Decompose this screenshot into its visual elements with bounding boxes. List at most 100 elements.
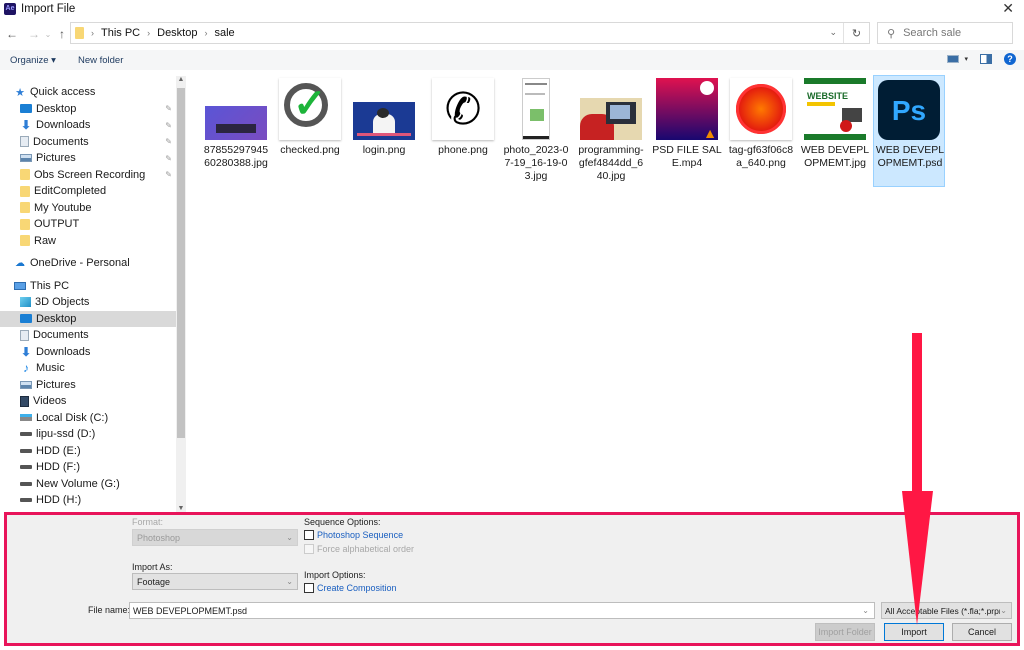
sidebar-item-label: Local Disk (C:) [36,411,109,424]
sidebar-item-hdd-h[interactable]: HDD (H:) [0,492,176,508]
title-bar: Ae Import File ✕ [0,0,1024,17]
sidebar-item-this-pc[interactable]: This PC [0,278,176,294]
import-file-dialog: Ae Import File ✕ ← → ⌄ ↑ › This PC › Des… [0,0,1024,650]
sidebar-item-desktop[interactable]: Desktop [0,310,176,327]
sidebar-item-music[interactable]: ♪ Music [0,360,176,376]
file-item[interactable]: photo_2023-07-19_16-19-03.jpg [500,76,572,183]
address-dropdown-icon[interactable]: ⌄ [829,27,837,38]
navigation-pane-scrollbar[interactable]: ▲ ▼ [176,76,186,512]
scroll-up-arrow[interactable]: ▲ [176,76,186,83]
chevron-down-icon: ⌄ [286,533,293,542]
file-item[interactable]: ▲ PSD FILE SALE.mp4 [651,76,723,170]
drive-icon [20,465,32,469]
sidebar-item-label: 3D Objects [35,296,90,308]
sidebar-item-label: New Volume (G:) [36,477,120,490]
drive-icon [20,448,32,453]
forward-button[interactable]: → [26,27,42,41]
breadcrumb-sale[interactable]: sale [214,27,234,39]
breadcrumb-separator: › [204,28,208,38]
sidebar-item-label: Pictures [36,152,76,164]
sidebar-item-3d-objects[interactable]: 3D Objects [0,294,176,310]
chevron-down-icon[interactable]: ⌄ [862,606,869,615]
sidebar-item-downloads[interactable]: ⬇ Downloads [0,344,176,360]
checkbox-box[interactable] [304,583,314,593]
chevron-down-icon: ▾ [964,56,968,63]
preview-pane-button[interactable] [980,54,992,64]
pin-icon: ✎ [165,104,172,113]
new-folder-button[interactable]: New folder [78,55,123,66]
sidebar-item-raw[interactable]: Raw [0,233,176,249]
sidebar-item-local-disk-c[interactable]: Local Disk (C:) [0,410,176,426]
scrollbar-thumb[interactable] [177,88,185,438]
checkbox-box[interactable] [304,530,314,540]
sidebar-item-new-volume-g[interactable]: New Volume (G:) [0,476,176,492]
create-composition-label[interactable]: Create Composition [317,583,397,593]
recent-locations-button[interactable]: ⌄ [42,30,54,39]
sidebar-item-label: HDD (F:) [36,461,80,473]
chevron-down-icon: ⌄ [1000,606,1007,615]
sidebar-item-hdd-e[interactable]: HDD (E:) [0,443,176,459]
breadcrumb-desktop[interactable]: Desktop [157,27,197,39]
search-input[interactable] [903,27,1004,39]
file-name: programming-gfef4844dd_640.jpg [578,144,644,182]
sidebar-item-label: This PC [30,279,70,292]
organize-button[interactable]: Organize ▾ [10,55,56,66]
file-item[interactable]: WEBSITE WEB DEVEPLOPMEMT.jpg [799,76,871,170]
file-item[interactable]: programming-gfef4844dd_640.jpg [575,76,647,183]
help-button[interactable]: ? [1004,53,1016,65]
close-button[interactable]: ✕ [1002,0,1014,17]
file-name-input[interactable]: WEB DEVEPLOPMEMT.psd ⌄ [129,602,875,619]
change-view-button[interactable]: ▾ [947,55,968,63]
after-effects-icon: Ae [4,2,16,15]
sidebar-item-editcompleted[interactable]: EditCompleted [0,183,176,199]
drive-icon [20,481,32,486]
import-as-select[interactable]: Footage ⌄ [132,573,298,590]
sidebar-item-label: Documents [33,329,89,341]
scroll-down-arrow[interactable]: ▼ [176,505,186,512]
file-item[interactable]: ✆ phone.png [427,76,499,157]
photoshop-file-thumbnail: Ps [874,76,944,140]
breadcrumb-separator: › [91,28,94,38]
sidebar-item-label: lipu-ssd (D:) [36,428,96,440]
cancel-button[interactable]: Cancel [952,623,1012,641]
sidebar-item-pictures[interactable]: Pictures [0,377,176,393]
file-item[interactable]: tag-gf63f06c8a_640.png [725,76,797,170]
address-bar[interactable]: › This PC › Desktop › sale ⌄ ↻ [70,22,870,44]
sidebar-item-lipu-ssd-d[interactable]: lipu-ssd (D:) [0,426,176,442]
sidebar-item-obs-screen-recording[interactable]: Obs Screen Recording ✎ [0,167,176,183]
file-item[interactable]: Ps WEB DEVEPLOPMEMT.psd [873,75,945,187]
sidebar-item-quick-access[interactable]: ★ Quick access [0,84,176,100]
thumb-ps-text: Ps [878,80,940,140]
file-item[interactable]: ✓ checked.png [274,76,346,157]
search-box[interactable]: ⚲ [877,22,1013,44]
sidebar-item-onedrive-personal[interactable]: ☁ OneDrive - Personal [0,255,176,271]
sidebar-item-downloads[interactable]: ⬇ Downloads ✎ [0,117,176,133]
sidebar-item-documents[interactable]: Documents ✎ [0,134,176,150]
sidebar-item-pictures[interactable]: Pictures ✎ [0,150,176,166]
photoshop-sequence-checkbox[interactable]: Photoshop Sequence [304,530,403,540]
sidebar-item-videos[interactable]: Videos [0,393,176,409]
breadcrumb-separator: › [147,28,151,38]
breadcrumb-this-pc[interactable]: This PC [101,27,140,39]
import-as-label: Import As: [132,562,173,572]
sidebar-item-hdd-f[interactable]: HDD (F:) [0,459,176,475]
system-drive-icon [20,414,32,421]
sidebar-item-my-youtube[interactable]: My Youtube [0,200,176,216]
file-name: 8785529794560280388.jpg [203,144,269,169]
sidebar-item-documents[interactable]: Documents [0,327,176,343]
create-composition-checkbox[interactable]: Create Composition [304,583,397,593]
sidebar-item-desktop[interactable]: Desktop ✎ [0,101,176,117]
refresh-button[interactable]: ↻ [843,23,869,43]
file-item[interactable]: 8785529794560280388.jpg [200,76,272,170]
up-button[interactable]: ↑ [54,27,70,41]
sequence-options-label: Sequence Options: [304,517,381,527]
file-name-value[interactable]: WEB DEVEPLOPMEMT.psd [133,606,247,616]
photoshop-sequence-label[interactable]: Photoshop Sequence [317,530,403,540]
file-type-filter[interactable]: All Acceptable Files (*.fla;*.prpr ⌄ [881,602,1012,619]
back-button[interactable]: ← [4,27,20,41]
sidebar-item-output[interactable]: OUTPUT [0,216,176,232]
import-options-panel: Format: Photoshop ⌄ Sequence Options: Ph… [4,512,1020,646]
drive-icon [20,432,32,436]
import-button[interactable]: Import [884,623,944,641]
file-item[interactable]: login.png [348,76,420,157]
